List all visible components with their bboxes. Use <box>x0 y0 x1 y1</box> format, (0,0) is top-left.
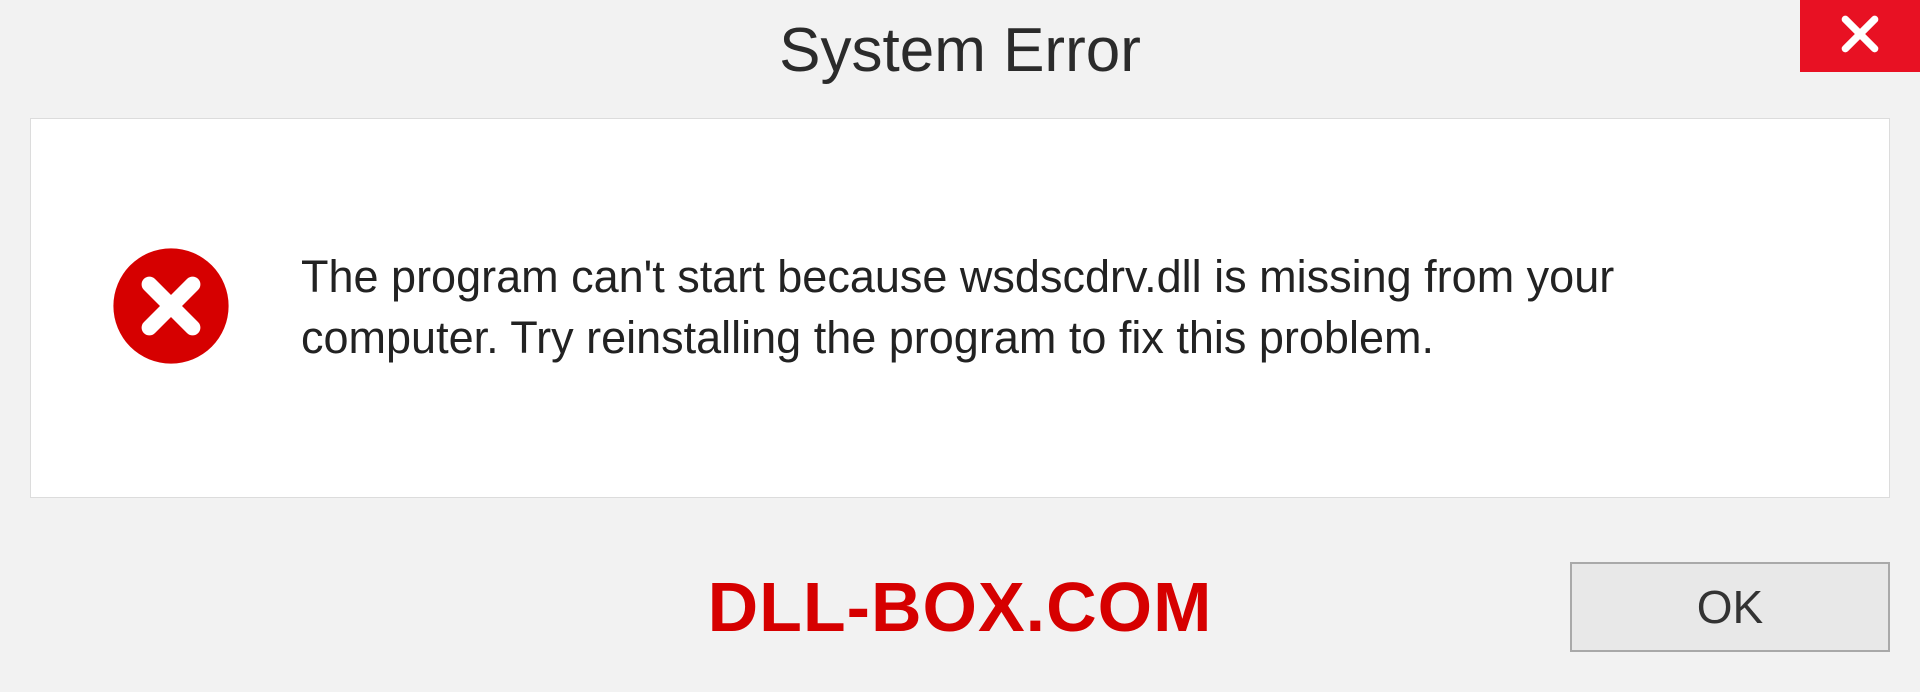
dialog-title: System Error <box>779 15 1141 86</box>
error-message: The program can't start because wsdscdrv… <box>301 247 1819 369</box>
dialog-footer: DLL-BOX.COM OK <box>30 562 1890 652</box>
content-panel: The program can't start because wsdscdrv… <box>30 118 1890 498</box>
close-button[interactable] <box>1800 0 1920 72</box>
ok-button[interactable]: OK <box>1570 562 1890 652</box>
error-icon <box>111 246 231 371</box>
ok-button-label: OK <box>1697 580 1763 634</box>
titlebar: System Error <box>0 0 1920 100</box>
close-icon <box>1838 12 1882 61</box>
watermark-text: DLL-BOX.COM <box>708 567 1213 647</box>
